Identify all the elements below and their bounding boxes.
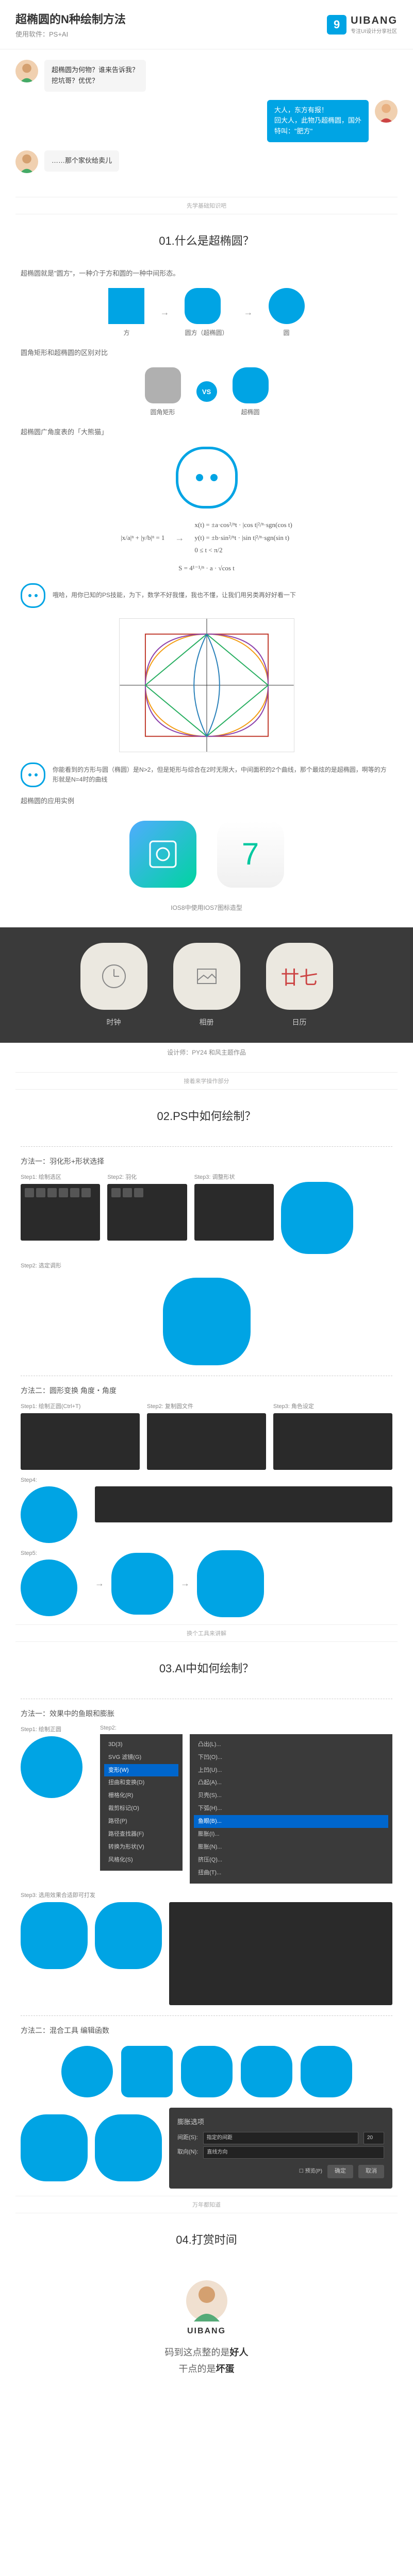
superellipse-shape: [241, 2046, 292, 2097]
calendar-icon: 廿七: [266, 943, 333, 1010]
face-icon: [21, 762, 45, 787]
step-label: Step2: 羽化: [107, 1173, 187, 1181]
ps-toolbar-screenshot: [95, 1486, 392, 1522]
circle-shape: [21, 1486, 77, 1543]
section-title: 02.PS中如何绘制？: [0, 1095, 413, 1136]
result-shape: [95, 2114, 162, 2181]
chat-bubble: 超椭圆为何物？谁来告诉我？ 挖坑哥？优优？: [44, 60, 146, 92]
circle-shape: [21, 1560, 77, 1616]
step-label: Step2: 复制圆文件: [147, 1402, 266, 1410]
result-shape: [163, 1278, 251, 1365]
divider-label: 接着来学操作部分: [15, 1072, 398, 1090]
section-title: 01.什么是超椭圆？: [0, 219, 413, 261]
ios-icon: [129, 821, 196, 888]
ai-dialog-screenshot: [169, 1902, 392, 2005]
description: 圆角矩形和超椭圆的区别对比: [21, 347, 392, 357]
step-label: Step5:: [21, 1550, 88, 1556]
step-label: Step4:: [21, 1477, 88, 1483]
logo-text: UIBANG: [351, 15, 398, 27]
step-label: Step2: 选定调形: [21, 1261, 392, 1269]
chat-bubble: ……那个家伙给卖儿: [44, 150, 119, 172]
divider-label: 换个工具来讲解: [15, 1624, 398, 1642]
ps-screenshot: [21, 1413, 140, 1470]
clock-icon: [80, 943, 147, 1010]
divider-label: 先学基础知识吧: [15, 197, 398, 214]
result-shape: [281, 1182, 353, 1254]
rounded-rect-shape: [145, 367, 181, 403]
avatar: [15, 150, 38, 173]
footer-avatar: [186, 2280, 227, 2321]
ai-submenu-screenshot: 凸出(L)... 下凹(O)... 上凹(U)... 凸起(A)... 贝壳(S…: [190, 1734, 392, 1884]
page-subtitle: 使用软件：PS+AI: [15, 29, 126, 39]
rounded-rect-shape: [121, 2046, 173, 2097]
caption: IOS8中使用IOS7图标造型: [21, 903, 392, 912]
method-title: 方法二：混合工具 编辑函数: [21, 2015, 392, 2036]
result-shape: [95, 1902, 162, 1969]
arrow-icon: →: [244, 307, 253, 318]
result-shape: [21, 1902, 88, 1969]
face-icon: [176, 447, 238, 509]
step-label: Step1: 绘制选区: [21, 1173, 100, 1181]
ps-screenshot: [107, 1184, 187, 1241]
section-title: 03.AI中如何绘制？: [0, 1647, 413, 1688]
logo: 9 UIBANG 专注UI设计分享社区: [327, 15, 398, 35]
result-shape: [111, 1553, 173, 1615]
superellipse-shape: [301, 2046, 352, 2097]
logo-sub: 专注UI设计分享社区: [351, 27, 398, 35]
arrow-icon: →: [95, 1578, 104, 1589]
step-label: Step3: 选用效果合适即可打发: [21, 1891, 392, 1899]
ps-screenshot: [147, 1413, 266, 1470]
description: 超椭圆广角度表的「大熊猫」: [21, 427, 392, 436]
superellipse-shape: [233, 367, 269, 403]
superellipse-shape: [185, 288, 221, 324]
result-shape: [197, 1550, 264, 1617]
ios-icon: 7: [217, 821, 284, 888]
avatar: [15, 60, 38, 82]
arrow-icon: →: [175, 533, 184, 544]
circle-shape: [61, 2046, 113, 2097]
circle-shape: [21, 1736, 82, 1798]
face-icon: [21, 583, 45, 608]
description: 超椭圆就是"圆方"，一种介于方和圆的一种中间形态。: [21, 268, 392, 278]
logo-mark-icon: 9: [327, 15, 346, 35]
vs-badge: VS: [196, 381, 217, 402]
arrow-icon: →: [160, 307, 169, 318]
method-title: 方法一：羽化形+形状选择: [21, 1146, 392, 1166]
footer-message: 码到这点整的是好人 干点的是坏蛋: [0, 2344, 413, 2378]
step-label: Step1: 绘制正圆(Ctrl+T): [21, 1402, 140, 1410]
step-label: Step3: 角色设定: [273, 1402, 392, 1410]
description: 超椭圆的应用实例: [21, 795, 392, 805]
ai-menu-screenshot: 3D(3) SVG 滤镜(G) 变形(W) 扭曲和变换(D) 栅格化(R) 裁剪…: [100, 1734, 183, 1871]
footer-name: UIBANG: [0, 2327, 413, 2336]
curve-diagram: [119, 618, 294, 752]
formula: x(t) = ±a·cos²/ⁿt · |cos t|²/ⁿ·sgn(cos t…: [194, 519, 292, 557]
ps-screenshot: [21, 1184, 100, 1241]
result-shape: [21, 2114, 88, 2181]
method-title: 方法二：圆形变换 角度‧角度: [21, 1376, 392, 1396]
section-title: 04.打赏时间: [0, 2218, 413, 2260]
formula: S = 4¹⁻¹/ⁿ · a · √cos t: [178, 562, 235, 575]
formula: |x/a|ⁿ + |y/b|ⁿ = 1: [121, 532, 164, 545]
step-label: Step3: 调整形状: [194, 1173, 274, 1181]
cancel-button[interactable]: 取消: [358, 2165, 384, 2178]
caption: 设计师：PY24 和风主题作品: [21, 1048, 392, 1057]
step-label: Step1: 绘制正圆: [21, 1725, 93, 1733]
ok-button[interactable]: 确定: [327, 2165, 353, 2178]
page-title: 超椭圆的N种绘制方法: [15, 10, 126, 27]
avatar: [375, 100, 398, 123]
note-text: 哦哈，用你已知的PS技能，为下，数学不好我懂，我也不懂，让我们用另类再好好看一下: [53, 590, 296, 600]
album-icon: [173, 943, 240, 1010]
blend-dialog: 膨胀选项 间距(S):指定的间距20 取向(N):直线方向 ☐ 预览(P) 确定…: [169, 2108, 392, 2189]
ps-screenshot: [273, 1413, 392, 1470]
note-text: 你能看到的方形与圆（椭圆）是N>2，但是矩形与综合在2时无限大，中间面积的2个曲…: [53, 765, 392, 785]
arrow-icon: →: [180, 1578, 190, 1589]
method-title: 方法一：效果中的鱼眼和膨胀: [21, 1699, 392, 1719]
ps-screenshot: [194, 1184, 274, 1241]
circle-shape: [269, 288, 305, 324]
divider-label: 万年都知道: [15, 2196, 398, 2213]
chat-bubble: 大人，东方有报！ 回大人，此物乃超椭圆，国外 特叫："肥方": [267, 100, 369, 142]
superellipse-shape: [181, 2046, 233, 2097]
square-shape: [108, 288, 144, 324]
step-label: Step2:: [100, 1725, 183, 1731]
